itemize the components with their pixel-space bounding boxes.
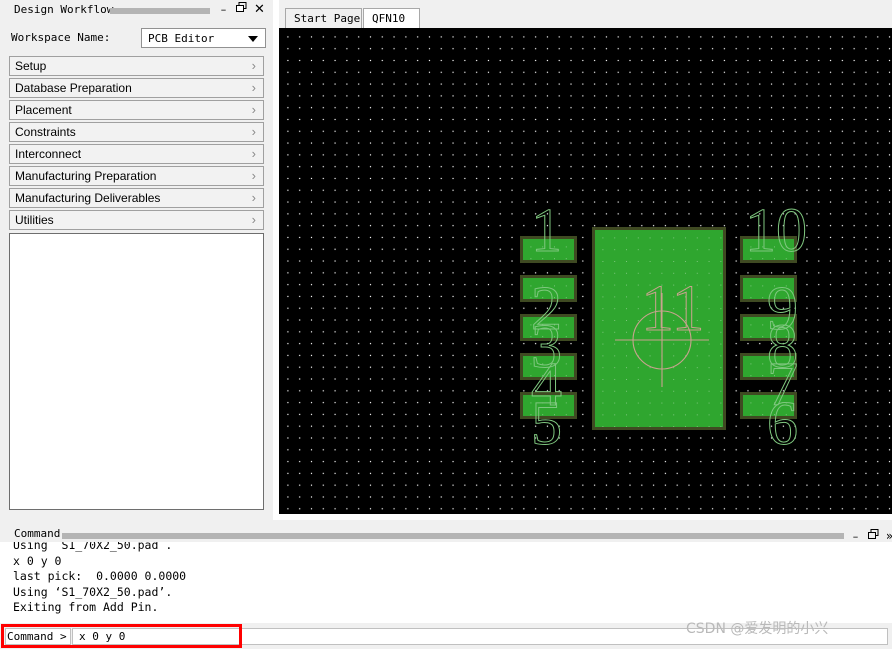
tab-label: Start Page [294, 12, 361, 25]
pad-grid-overlay [743, 356, 794, 377]
command-log-line: Using S1_70X2_50.pad . [13, 542, 173, 552]
design-workflow-title: Design Workflow [14, 3, 114, 16]
sidebar-item-setup[interactable]: Setup › [9, 56, 264, 76]
pad-grid-overlay [743, 278, 794, 299]
tab-qfn10[interactable]: QFN10 [363, 8, 420, 29]
pad-grid-overlay [743, 317, 794, 338]
pcb-canvas[interactable]: 1 2 3 4 5 11 10 9 8 7 6 [279, 28, 892, 514]
pad-left-2[interactable] [520, 275, 577, 302]
sidebar-item-label: Utilities [15, 213, 54, 227]
pin-label-11: 11 [641, 272, 706, 345]
workspace-name-label: Workspace Name: [11, 31, 111, 44]
command-input-value: x 0 y 0 [79, 630, 126, 643]
command-log-line: Using ‘S1_70X2_50.pad’. [13, 584, 173, 599]
titlebar-rail-decoration [62, 533, 844, 539]
design-workflow-panel: Design Workflow – ✕ Workspace Name: PCB … [0, 0, 273, 520]
sidebar-item-label: Constraints [15, 125, 76, 139]
titlebar-rail-decoration [110, 8, 210, 14]
sidebar-item-utilities[interactable]: Utilities › [9, 210, 264, 230]
sidebar-item-label: Setup [15, 59, 47, 73]
chevron-right-icon: › [251, 190, 256, 205]
pad-left-4[interactable] [520, 353, 577, 380]
command-log-line: x 0 y 0 [13, 553, 62, 568]
chevron-right-icon: › [251, 146, 256, 161]
tab-strip: Start Page QFN10 [279, 0, 892, 29]
workflow-content-pane [9, 233, 264, 510]
command-log-lines: Using S1_70X2_50.pad . x 0 y 0 last pick… [0, 542, 186, 616]
sidebar-item-constraints[interactable]: Constraints › [9, 122, 264, 142]
sidebar-item-manufacturing-preparation[interactable]: Manufacturing Preparation › [9, 166, 264, 186]
pad-left-1[interactable] [520, 236, 577, 263]
pad-grid-overlay [523, 317, 574, 338]
chevron-right-icon: › [251, 212, 256, 227]
pad-grid-overlay [743, 239, 794, 260]
command-prompt-label: Command > [7, 630, 67, 643]
minimize-icon[interactable]: – [216, 2, 231, 17]
close-icon[interactable]: ✕ [252, 2, 267, 17]
pad-left-5[interactable] [520, 392, 577, 419]
chevron-right-icon: › [251, 168, 256, 183]
pad-grid-overlay [523, 278, 574, 299]
restore-glyph [868, 529, 879, 539]
pad-grid-overlay [523, 239, 574, 260]
pad-right-9[interactable] [740, 275, 797, 302]
chevron-right-icon: › [251, 102, 256, 117]
pad-grid-overlay [523, 356, 574, 377]
pad-right-10[interactable] [740, 236, 797, 263]
sidebar-item-label: Placement [15, 103, 72, 117]
sidebar-item-label: Database Preparation [15, 81, 132, 95]
workflow-list: Setup › Database Preparation › Placement… [9, 56, 264, 232]
command-log-line: Exiting from Add Pin. [13, 600, 159, 614]
origin-crosshair-icon [615, 293, 709, 387]
sidebar-item-label: Manufacturing Preparation [15, 169, 157, 183]
chevron-right-icon: › [251, 124, 256, 139]
pad-right-8[interactable] [740, 314, 797, 341]
workspace-name-value: PCB Editor [148, 32, 215, 45]
command-input[interactable]: x 0 y 0 [72, 628, 888, 645]
sidebar-item-placement[interactable]: Placement › [9, 100, 264, 120]
chevron-right-icon: › [251, 80, 256, 95]
restore-icon[interactable] [234, 2, 249, 17]
command-input-row: Command > x 0 y 0 [0, 624, 892, 649]
sidebar-item-label: Manufacturing Deliverables [15, 191, 161, 205]
sidebar-item-database-preparation[interactable]: Database Preparation › [9, 78, 264, 98]
pad-grid-overlay [743, 395, 794, 416]
pad-right-6[interactable] [740, 392, 797, 419]
design-workflow-titlebar: Design Workflow – ✕ [0, 0, 273, 20]
chevron-right-icon: › [251, 58, 256, 73]
pad-left-3[interactable] [520, 314, 577, 341]
command-panel-titlebar: Command – » [0, 524, 892, 544]
pad-grid-overlay [595, 230, 723, 427]
command-panel: Command – » Using S1_70X2_50.pad . x 0 y… [0, 520, 892, 649]
pad-right-7[interactable] [740, 353, 797, 380]
workspace-row: Workspace Name: PCB Editor [0, 28, 273, 50]
command-log[interactable]: Using S1_70X2_50.pad . x 0 y 0 last pick… [0, 542, 892, 623]
command-log-line: last pick: 0.0000 0.0000 [13, 569, 187, 583]
canvas-dot-grid [279, 28, 892, 514]
tab-start-page[interactable]: Start Page [285, 8, 362, 28]
chevron-down-icon [248, 36, 258, 42]
command-panel-title: Command [14, 527, 61, 540]
pad-grid-overlay [523, 395, 574, 416]
tab-label: QFN10 [372, 12, 406, 25]
workspace-name-select[interactable]: PCB Editor [141, 28, 266, 48]
sidebar-item-label: Interconnect [15, 147, 82, 161]
sidebar-item-manufacturing-deliverables[interactable]: Manufacturing Deliverables › [9, 188, 264, 208]
command-prompt-label-box: Command > [5, 628, 71, 645]
restore-glyph [236, 2, 247, 12]
pad-center-thermal[interactable]: 11 [592, 227, 726, 430]
sidebar-item-interconnect[interactable]: Interconnect › [9, 144, 264, 164]
